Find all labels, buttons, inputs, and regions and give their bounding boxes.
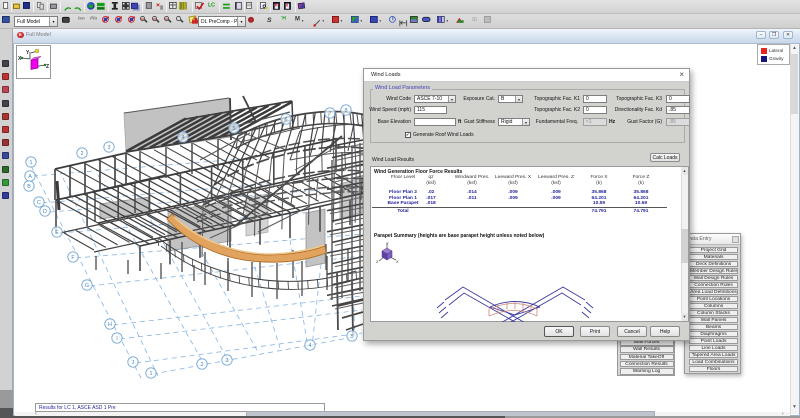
svg-text:6: 6 [285,117,288,123]
svg-text:3: 3 [226,358,229,364]
svg-text:Y: Y [26,50,30,56]
svg-text:J: J [132,360,135,366]
svg-text:Z: Z [46,64,49,70]
svg-text:2: 2 [201,362,204,368]
svg-text:3: 3 [108,145,111,151]
svg-text:A: A [28,174,32,180]
svg-text:4: 4 [182,135,185,141]
svg-text:1: 1 [150,371,153,377]
svg-text:8: 8 [345,108,348,114]
svg-text:5: 5 [351,334,354,340]
svg-text:4: 4 [309,343,312,349]
svg-text:E: E [55,230,59,236]
svg-text:1: 1 [30,160,33,166]
svg-text:D: D [43,209,47,215]
svg-text:C: C [37,200,41,206]
svg-text:H: H [108,322,112,328]
svg-text:5: 5 [233,126,236,132]
svg-text:I: I [116,336,118,342]
svg-text:B: B [27,184,31,190]
svg-text:2: 2 [81,151,84,157]
svg-text:G: G [85,283,89,289]
svg-text:7: 7 [329,111,332,117]
